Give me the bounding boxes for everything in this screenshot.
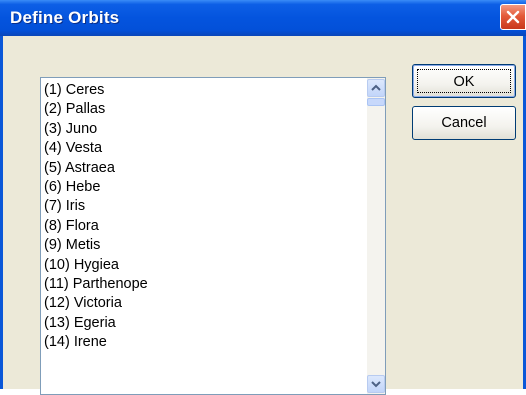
arrow-down-icon	[371, 381, 381, 388]
scroll-thumb[interactable]	[367, 98, 385, 106]
dialog-client-area: (1) Ceres (2) Pallas (3) Juno (4) Vesta (5) …	[3, 36, 523, 395]
scroll-up-button[interactable]	[367, 79, 385, 97]
list-item[interactable]: (7) Iris	[44, 197, 365, 216]
close-icon	[506, 10, 520, 24]
list-item[interactable]: (9) Metis	[44, 236, 365, 255]
list-item[interactable]: (14) Irene	[44, 333, 365, 352]
list-item[interactable]: (10) Hygiea	[44, 256, 365, 275]
ok-button-label: OK	[417, 69, 511, 93]
list-item[interactable]: (6) Hebe	[44, 178, 365, 197]
list-item[interactable]: (12) Victoria	[44, 294, 365, 313]
title-bar[interactable]: Define Orbits	[0, 0, 526, 36]
arrow-up-icon	[371, 84, 381, 91]
list-item[interactable]: (5) Astraea	[44, 159, 365, 178]
list-item[interactable]: (13) Egeria	[44, 314, 365, 333]
close-button[interactable]	[500, 4, 526, 30]
list-item[interactable]: (8) Flora	[44, 217, 365, 236]
list-item[interactable]: (11) Parthenope	[44, 275, 365, 294]
ok-button[interactable]: OK	[412, 64, 516, 98]
list-item[interactable]: (1) Ceres	[44, 81, 365, 100]
window-title: Define Orbits	[10, 8, 120, 27]
scroll-down-button[interactable]	[367, 375, 385, 393]
vertical-scrollbar[interactable]	[367, 78, 385, 394]
orbit-listbox[interactable]: (1) Ceres (2) Pallas (3) Juno (4) Vesta (5) …	[40, 77, 386, 395]
orbit-list: (1) Ceres (2) Pallas (3) Juno (4) Vesta (5) …	[44, 81, 365, 352]
list-item[interactable]: (2) Pallas	[44, 100, 365, 119]
list-item[interactable]: (4) Vesta	[44, 139, 365, 158]
list-item[interactable]: (3) Juno	[44, 120, 365, 139]
cancel-button[interactable]: Cancel	[412, 106, 516, 140]
dialog-window: Define Orbits (1) Ceres (2) Pallas (3) Jun…	[0, 0, 526, 395]
